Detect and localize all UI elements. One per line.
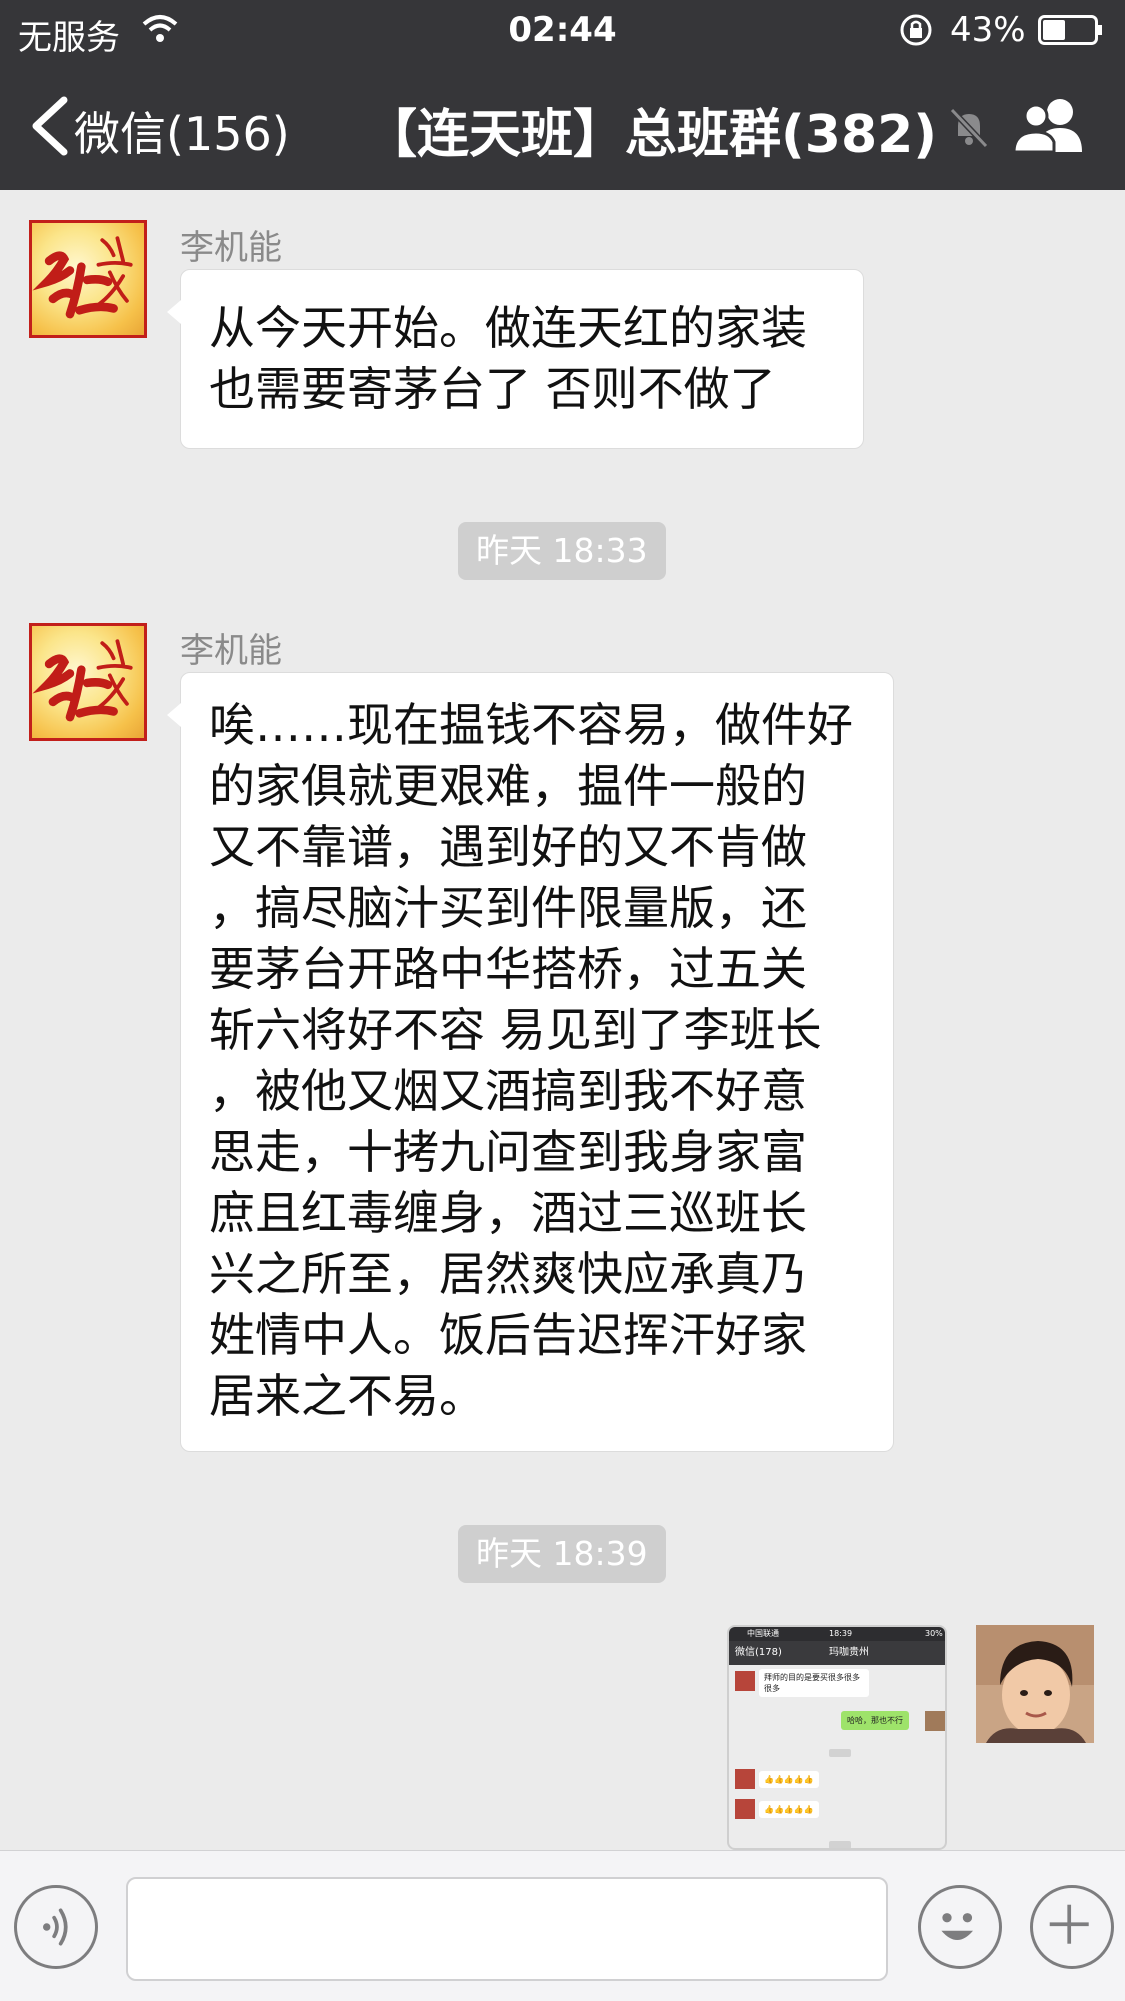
message-line: 也需要寄茅台了 否则不做了 bbox=[209, 362, 776, 416]
message-line: 又不靠谱，遇到好的又不肯做 bbox=[209, 820, 807, 874]
message-line: 要茅台开路中华搭桥，过五关 bbox=[209, 942, 807, 996]
sender-name: 李机能 bbox=[180, 631, 282, 671]
message-line: 的家俱就更艰难，揾件一般的 bbox=[209, 759, 807, 813]
timestamp: 昨天 18:33 bbox=[458, 522, 666, 580]
thumb-bubble: 哈哈，那也不行 bbox=[841, 1711, 909, 1730]
message-bubble[interactable]: 从今天开始。做连天红的家装 也需要寄茅台了 否则不做了 bbox=[167, 269, 864, 449]
thumb-avatar bbox=[735, 1799, 755, 1819]
message-line: 居来之不易。 bbox=[209, 1369, 485, 1423]
thumb-timestamp bbox=[829, 1841, 851, 1848]
sender-name: 李机能 bbox=[180, 228, 282, 268]
image-message[interactable]: 中国联通 18:39 30% 微信(178) 玛咖贵州 拜师的目的是要买很多很多… bbox=[727, 1625, 947, 1850]
sender-avatar[interactable] bbox=[29, 220, 147, 338]
thumb-avatar bbox=[735, 1671, 755, 1691]
chevron-left-icon[interactable] bbox=[28, 96, 72, 156]
battery-percent: 43% bbox=[950, 10, 1026, 50]
mute-bell-icon bbox=[949, 107, 989, 148]
nav-bar: 微信(156) 【连天班】总班群(382) bbox=[0, 62, 1125, 190]
top-bar: 无服务 02:44 43% 微信(156) 【连天班】总班群(382) bbox=[0, 0, 1125, 190]
message-line: 姓情中人。饭后告迟挥汗好家 bbox=[209, 1308, 807, 1362]
thumb-bubble: 拜师的目的是要买很多很多很多 bbox=[759, 1669, 869, 1697]
chat-title: 【连天班】总班群(382) bbox=[365, 105, 938, 165]
message-line: 庶且红毒缠身，酒过三巡班长 bbox=[209, 1186, 807, 1240]
message-line: 唉……现在揾钱不容易，做件好 bbox=[209, 698, 853, 752]
back-button[interactable]: 微信(156) bbox=[74, 98, 290, 164]
thumb-carrier: 中国联通 bbox=[747, 1629, 779, 1638]
thumb-timestamp bbox=[829, 1749, 851, 1757]
logo-icon bbox=[32, 639, 133, 722]
message-line: 从今天开始。做连天红的家装 bbox=[209, 301, 807, 355]
person-photo-icon bbox=[976, 1625, 1094, 1743]
emoji-button[interactable] bbox=[918, 1885, 1002, 1969]
logo-icon bbox=[32, 236, 133, 319]
voice-icon bbox=[43, 1908, 68, 1946]
voice-button[interactable] bbox=[14, 1885, 98, 1969]
sender-avatar[interactable] bbox=[29, 623, 147, 741]
thumb-avatar bbox=[735, 1769, 755, 1789]
plus-icon bbox=[1049, 1904, 1089, 1944]
timestamp: 昨天 18:39 bbox=[458, 1525, 666, 1583]
thumb-avatar bbox=[925, 1711, 945, 1731]
group-members-icon[interactable] bbox=[1012, 96, 1088, 152]
message-line: 兴之所至，居然爽快应承真乃 bbox=[209, 1247, 807, 1301]
message-line: 思走，十拷九问查到我身家富 bbox=[209, 1125, 807, 1179]
status-bar: 无服务 02:44 43% bbox=[0, 0, 1125, 62]
thumb-bubble: 👍👍👍👍👍 bbox=[759, 1801, 819, 1818]
thumb-back: 微信(178) bbox=[735, 1647, 782, 1658]
message-bubble[interactable]: 唉……现在揾钱不容易，做件好 的家俱就更艰难，揾件一般的 又不靠谱，遇到好的又不… bbox=[167, 672, 894, 1452]
input-bar bbox=[0, 1850, 1125, 2001]
battery-icon bbox=[1038, 15, 1102, 45]
emoji-icon bbox=[941, 1913, 973, 1940]
thumb-status-bar: 中国联通 18:39 30% bbox=[729, 1627, 945, 1641]
thumb-nav-bar: 微信(178) 玛咖贵州 bbox=[729, 1641, 945, 1665]
thumb-title: 玛咖贵州 bbox=[829, 1647, 869, 1658]
thumb-bubble: 👍👍👍👍👍 bbox=[759, 1771, 819, 1788]
more-button[interactable] bbox=[1030, 1885, 1114, 1969]
thumb-time: 18:39 bbox=[829, 1629, 853, 1638]
message-line: ，搞尽脑汁买到件限量版，还 bbox=[209, 881, 807, 935]
message-line: 斩六将好不容 易见到了李班长 bbox=[209, 1003, 822, 1057]
chat-area[interactable]: 李机能 从今天开始。做连天红的家装 也需要寄茅台了 否则不做了 昨天 18:33… bbox=[0, 190, 1125, 1850]
my-avatar[interactable] bbox=[976, 1625, 1094, 1743]
message-line: ，被他又烟又酒搞到我不好意 bbox=[209, 1064, 807, 1118]
thumb-battery: 30% bbox=[925, 1629, 943, 1638]
rotation-lock-icon bbox=[900, 14, 932, 46]
message-input[interactable] bbox=[126, 1877, 888, 1981]
